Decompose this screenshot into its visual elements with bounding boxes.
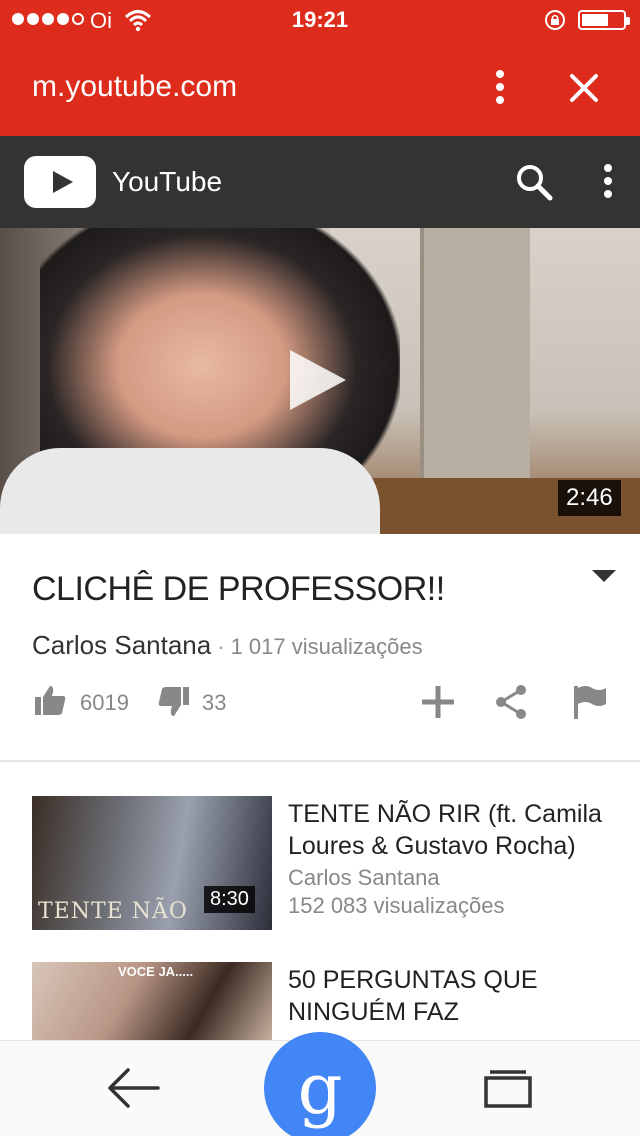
battery-icon [578, 10, 630, 30]
youtube-header: YouTube [0, 136, 640, 228]
google-icon[interactable]: g [264, 1032, 376, 1136]
video-duration: 2:46 [558, 480, 621, 516]
back-arrow-icon[interactable] [106, 1066, 160, 1110]
share-icon[interactable] [494, 684, 528, 720]
status-bar: Oi 19:21 [0, 0, 640, 40]
browser-toolbar: Oi 19:21 m.youtube.com [0, 0, 640, 136]
video-meta: Carlos Santana · 1 017 visualizações [32, 630, 423, 661]
view-count: 1 017 visualizações [230, 634, 423, 659]
play-icon[interactable] [290, 350, 346, 410]
related-title[interactable]: TENTE NÃO RIR (ft. Camila Loures & Gusta… [288, 798, 618, 862]
meta-separator: · [217, 634, 225, 659]
dislike-count: 33 [202, 690, 227, 715]
related-views: 152 083 visualizações [288, 893, 505, 918]
channel-name[interactable]: Carlos Santana [32, 630, 211, 660]
thumbnail-caption: VOCE JA..... [118, 964, 194, 979]
thumbs-up-icon[interactable] [34, 684, 66, 716]
search-icon[interactable] [514, 162, 554, 202]
rotation-lock-icon [545, 10, 565, 30]
add-icon[interactable] [420, 684, 456, 720]
close-icon[interactable] [562, 66, 606, 110]
thumbs-down-icon[interactable] [158, 686, 190, 718]
related-title[interactable]: 50 PERGUNTAS QUE NINGUÉM FAZ [288, 964, 618, 1028]
video-title: CLICHÊ DE PROFESSOR!! [32, 570, 445, 608]
expand-description-icon[interactable] [592, 570, 616, 582]
related-thumbnail[interactable]: VOCE JA..... [32, 962, 272, 1042]
related-channel: Carlos Santana [288, 865, 440, 890]
related-duration: 8:30 [204, 886, 255, 913]
more-vert-icon[interactable] [598, 164, 618, 204]
youtube-logo-icon[interactable] [24, 156, 96, 208]
like-count: 6019 [80, 690, 129, 715]
google-label: g [297, 1048, 343, 1130]
section-divider [0, 760, 640, 762]
youtube-brand-text[interactable]: YouTube [112, 166, 222, 198]
url-text[interactable]: m.youtube.com [32, 70, 237, 104]
more-vert-icon[interactable] [488, 70, 512, 110]
tabs-icon[interactable] [484, 1068, 532, 1108]
flag-icon[interactable] [572, 684, 608, 720]
thumbnail-caption: TENTE NÃO [38, 899, 188, 924]
